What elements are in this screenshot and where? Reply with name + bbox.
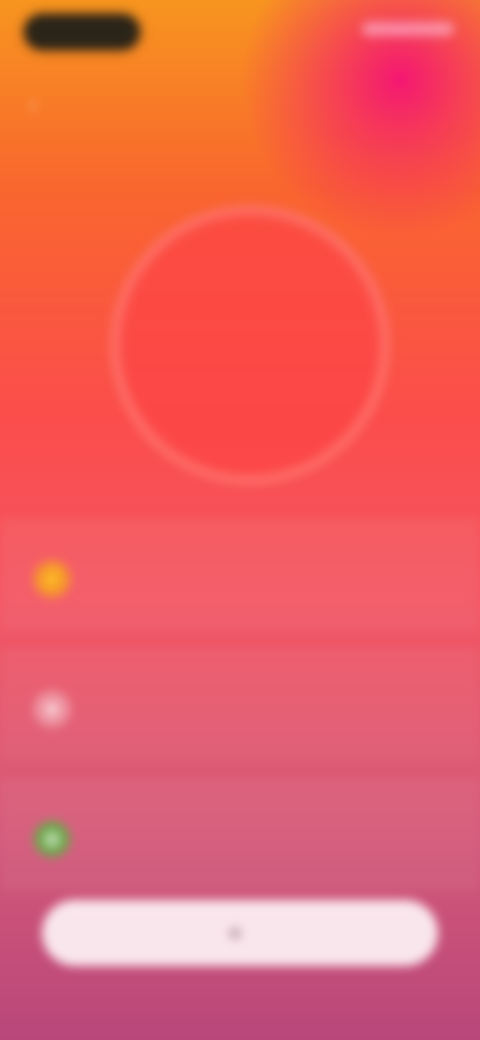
back-button[interactable]: ‹ [18,91,48,118]
plus-icon: ⊕ [227,922,243,943]
list-item-title [86,683,306,703]
drop-icon: ● [34,691,70,727]
list-item-value [360,833,450,851]
list-item-subtitle [86,711,296,727]
dynamic-island [24,14,140,50]
lightning-icon: ⚡ [34,561,70,597]
chevron-left-icon: ‹ [29,91,37,118]
status-indicators [362,22,454,36]
app-screen: ‹ ⚡ ● ✿ ⊕ [0,0,480,1040]
list-item-subtitle [86,841,296,857]
list-item-value [360,703,450,721]
list-item-title [86,553,306,573]
list-item-title [86,813,306,833]
list-item[interactable]: ✿ [0,780,480,891]
list-item[interactable]: ⚡ [0,520,480,631]
progress-ring [110,205,390,485]
list-item[interactable]: ● [0,650,480,761]
list-item-value [360,573,450,591]
leaf-icon: ✿ [34,821,70,857]
list-item-subtitle [86,581,296,597]
primary-action-button[interactable]: ⊕ [42,900,438,966]
page-title [150,82,330,112]
